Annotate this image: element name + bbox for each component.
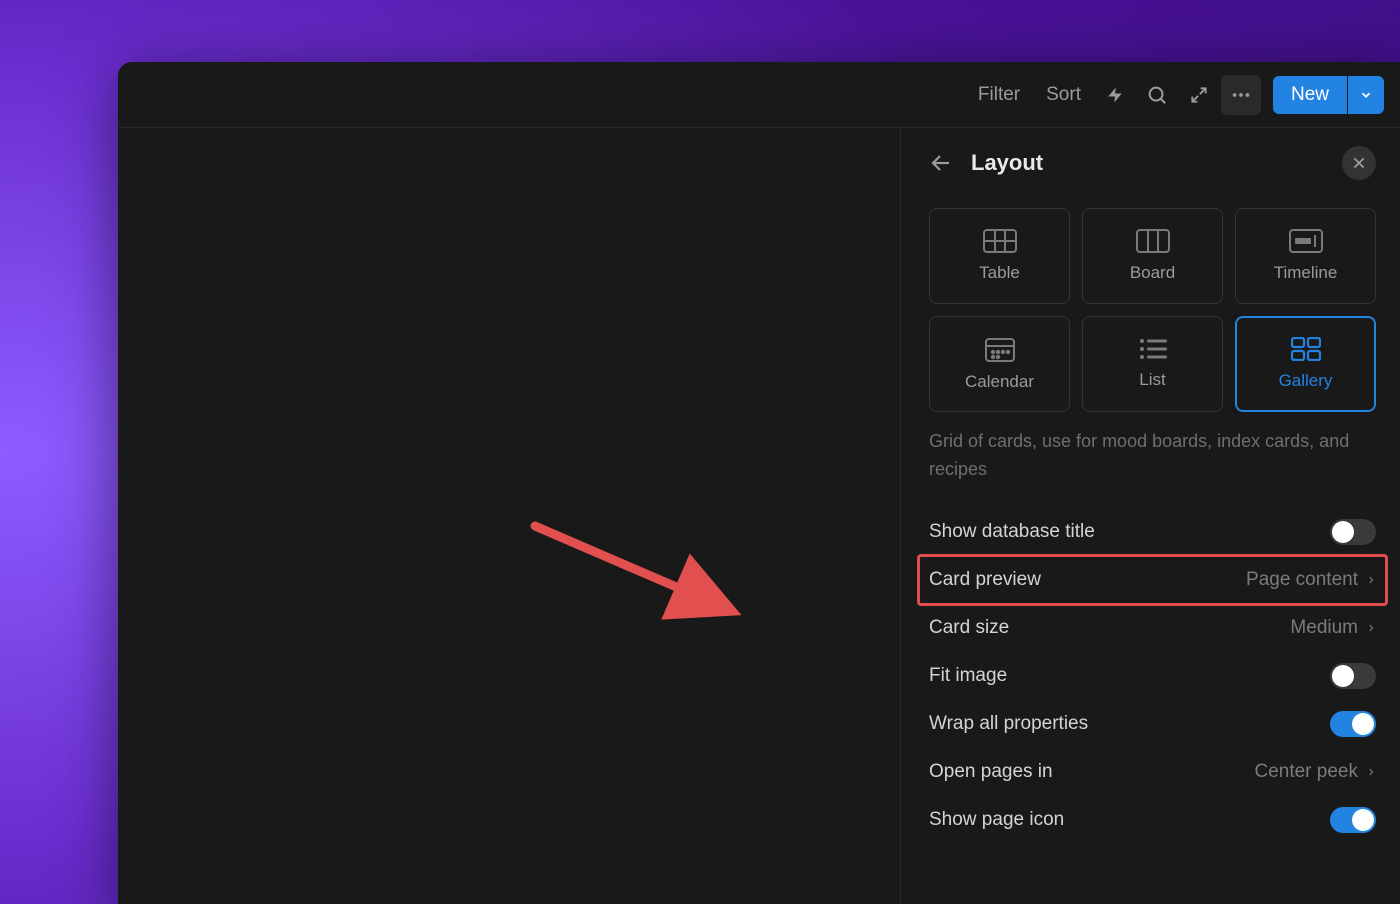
layout-hint-text: Grid of cards, use for mood boards, inde…: [929, 428, 1376, 484]
toggle-show-database-title[interactable]: [1330, 519, 1376, 545]
setting-show-database-title[interactable]: Show database title: [929, 508, 1376, 556]
main-canvas: [118, 128, 900, 904]
layout-settings-list: Show database title Card preview Page co…: [929, 508, 1376, 844]
chevron-right-icon: [1366, 621, 1376, 635]
setting-open-pages-in[interactable]: Open pages in Center peek: [929, 748, 1376, 796]
setting-label: Open pages in: [929, 761, 1053, 783]
setting-card-size[interactable]: Card size Medium: [929, 604, 1376, 652]
layout-options-grid: Table Board Timeline: [929, 208, 1376, 412]
calendar-icon: [985, 336, 1015, 362]
filter-button[interactable]: Filter: [966, 76, 1032, 114]
app-window: Filter Sort New Layout: [118, 62, 1400, 904]
setting-card-preview[interactable]: Card preview Page content: [919, 556, 1386, 604]
layout-option-label: Board: [1130, 263, 1175, 283]
layout-option-board[interactable]: Board: [1082, 208, 1223, 304]
setting-value: Medium: [1290, 617, 1376, 639]
setting-label: Card preview: [929, 569, 1041, 591]
setting-label: Card size: [929, 617, 1009, 639]
toggle-wrap-all-properties[interactable]: [1330, 711, 1376, 737]
layout-settings-panel: Layout Table Board: [900, 128, 1400, 904]
layout-option-gallery[interactable]: Gallery: [1235, 316, 1376, 412]
setting-value: Center peek: [1254, 761, 1376, 783]
new-button-group: New: [1273, 76, 1384, 114]
automations-icon[interactable]: [1095, 75, 1135, 115]
more-options-icon[interactable]: [1221, 75, 1261, 115]
layout-option-table[interactable]: Table: [929, 208, 1070, 304]
expand-icon[interactable]: [1179, 75, 1219, 115]
layout-option-list[interactable]: List: [1082, 316, 1223, 412]
close-icon[interactable]: [1342, 146, 1376, 180]
layout-option-label: Timeline: [1274, 263, 1338, 283]
panel-title: Layout: [971, 150, 1324, 176]
list-icon: [1139, 338, 1167, 360]
setting-label: Wrap all properties: [929, 713, 1088, 735]
back-arrow-icon[interactable]: [929, 151, 953, 175]
setting-label: Fit image: [929, 665, 1007, 687]
setting-show-page-icon[interactable]: Show page icon: [929, 796, 1376, 844]
board-icon: [1136, 229, 1170, 253]
layout-option-label: Gallery: [1279, 371, 1333, 391]
timeline-icon: [1289, 229, 1323, 253]
panel-header: Layout: [929, 146, 1376, 180]
setting-fit-image[interactable]: Fit image: [929, 652, 1376, 700]
chevron-right-icon: [1366, 573, 1376, 587]
setting-label: Show page icon: [929, 809, 1064, 831]
setting-label: Show database title: [929, 521, 1095, 543]
chevron-right-icon: [1366, 765, 1376, 779]
layout-option-label: List: [1139, 370, 1165, 390]
layout-option-calendar[interactable]: Calendar: [929, 316, 1070, 412]
database-toolbar: Filter Sort New: [118, 62, 1400, 128]
search-icon[interactable]: [1137, 75, 1177, 115]
sort-button[interactable]: Sort: [1034, 76, 1093, 114]
gallery-icon: [1291, 337, 1321, 361]
table-icon: [983, 229, 1017, 253]
setting-wrap-all-properties[interactable]: Wrap all properties: [929, 700, 1376, 748]
content-area: Layout Table Board: [118, 128, 1400, 904]
setting-value: Page content: [1246, 569, 1376, 591]
layout-option-label: Calendar: [965, 372, 1034, 392]
toggle-show-page-icon[interactable]: [1330, 807, 1376, 833]
new-button-dropdown[interactable]: [1348, 76, 1384, 114]
layout-option-label: Table: [979, 263, 1020, 283]
layout-option-timeline[interactable]: Timeline: [1235, 208, 1376, 304]
new-button[interactable]: New: [1273, 76, 1347, 114]
toggle-fit-image[interactable]: [1330, 663, 1376, 689]
